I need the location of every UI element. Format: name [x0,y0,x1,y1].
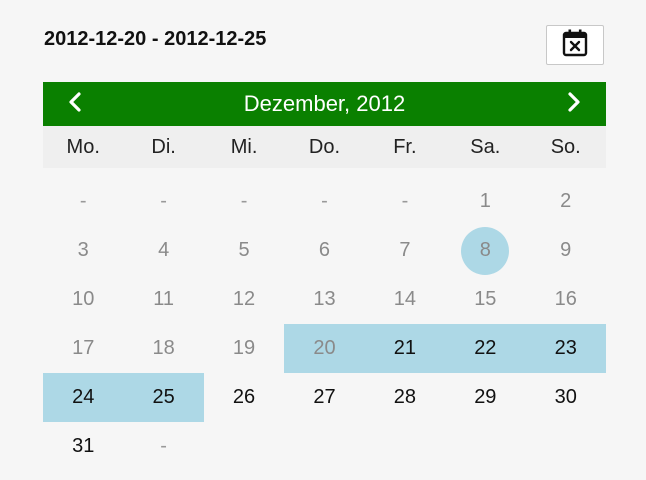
day-placeholder: - [123,177,203,226]
day-cell[interactable]: 27 [284,373,364,422]
day-cell[interactable]: 28 [365,373,445,422]
day-placeholder: - [284,177,364,226]
day-cell[interactable]: 1 [445,177,525,226]
day-number: 30 [554,386,577,408]
day-number: 7 [399,239,411,261]
day-number: 6 [318,239,331,261]
day-number: - [240,190,248,212]
day-placeholder: - [43,177,123,226]
day-cell[interactable]: 12 [204,275,284,324]
day-cell[interactable]: 30 [526,373,606,422]
day-cell[interactable]: 15 [445,275,525,324]
day-placeholder: - [204,177,284,226]
day-cell[interactable]: 24 [43,373,124,422]
day-cell[interactable]: 31 [43,422,123,471]
day-number: 23 [554,337,577,359]
day-number: 1 [479,190,491,212]
day-number: 31 [72,435,95,457]
day-number: 9 [560,239,572,261]
day-cell[interactable]: 3 [43,226,123,275]
chevron-right-icon [566,91,582,117]
weekday-mo: Mo. [66,136,100,158]
day-number: 21 [393,337,417,359]
day-number: 8 [479,239,491,261]
day-cell[interactable]: 21 [364,324,446,373]
day-number: 24 [72,386,95,408]
day-cell[interactable]: 2 [526,177,606,226]
day-cell[interactable]: 23 [525,324,606,373]
weekday-mi: Mi. [230,136,258,158]
day-cell[interactable]: 19 [204,324,284,373]
weekday-sa: Sa. [470,136,501,158]
weekday-fr: Fr. [393,136,417,158]
next-month-button[interactable] [552,82,596,126]
day-cell[interactable]: 8 [445,226,525,275]
day-number: 13 [313,288,336,310]
day-cell[interactable]: 29 [445,373,525,422]
day-number: - [160,190,167,212]
day-number: 14 [393,288,417,310]
day-cell[interactable]: 4 [123,226,203,275]
calendar-header: Dezember, 2012 [43,82,606,126]
day-number: 4 [158,239,170,261]
weekday-header-row: Mo. Di. Mi. Do. Fr. Sa. So. [43,126,606,168]
day-number: 28 [393,386,417,408]
day-grid: - - - - -1 2 3 4 5 6 7 8 9 10 11 12 13 14 15 16 17 18 19 20 21 22… [43,177,606,471]
calendar-clear-icon [561,28,589,63]
selected-range-text: 2012-12-20 - 2012-12-25 [44,28,267,50]
day-number: 18 [152,337,175,359]
day-cell[interactable]: 25 [123,373,204,422]
day-number: - [160,435,167,457]
day-cell[interactable]: 22 [445,324,526,373]
day-cell[interactable]: 7 [365,226,445,275]
day-number: 29 [474,386,497,408]
day-number: - [321,190,328,212]
day-cell[interactable]: 16 [526,275,606,324]
day-number: 19 [232,337,256,359]
day-number: 5 [238,239,250,261]
weekday-so: So. [550,136,581,158]
day-number: 22 [474,337,497,359]
day-number: 2 [560,190,572,212]
day-number: 3 [77,239,89,261]
weekday-do: Do. [308,136,341,158]
day-cell[interactable]: 18 [123,324,203,373]
weekday-di: Di. [151,136,176,158]
day-cell[interactable]: 6 [284,226,364,275]
day-cell[interactable]: 5 [204,226,284,275]
day-number: 15 [474,288,497,310]
day-number: 27 [313,386,336,408]
day-cell[interactable]: 26 [204,373,284,422]
day-placeholder: - [123,422,203,471]
day-number: 16 [554,288,577,310]
day-cell[interactable]: 10 [43,275,123,324]
day-cell[interactable]: 11 [123,275,203,324]
day-cell[interactable]: 20 [284,324,365,373]
day-number: 20 [313,337,336,359]
day-cell[interactable]: 9 [526,226,606,275]
day-number: 11 [153,288,175,310]
day-placeholder: - [365,177,445,226]
day-number: 10 [72,288,95,310]
month-label: Dezember, 2012 [243,91,406,116]
day-number: - [401,190,409,212]
day-number: 25 [152,386,175,408]
day-number: 12 [232,288,256,310]
day-cell[interactable]: 13 [284,275,364,324]
day-number: 26 [232,386,256,408]
day-number: - [79,190,87,212]
day-cell[interactable]: 14 [365,275,445,324]
day-number: 17 [72,337,95,359]
day-cell[interactable]: 17 [43,324,123,373]
clear-range-button[interactable] [546,25,604,65]
